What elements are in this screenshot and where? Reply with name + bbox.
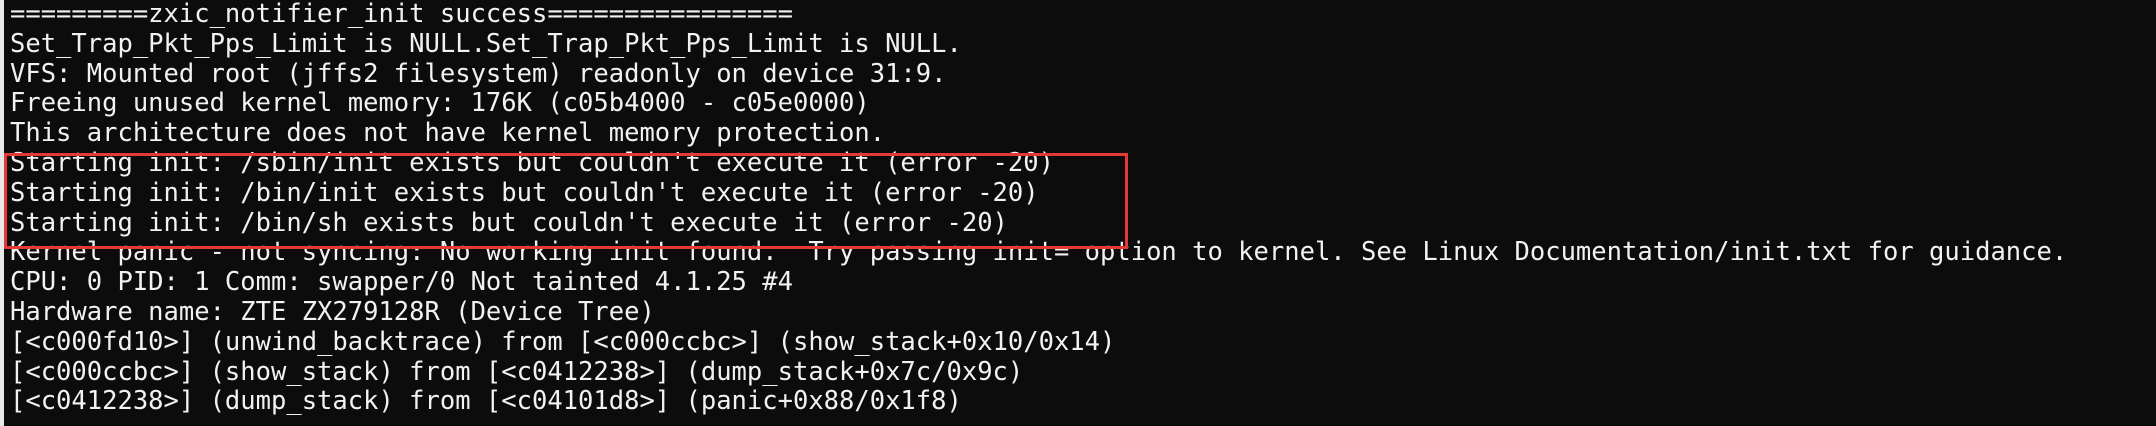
terminal-line: Freeing unused kernel memory: 176K (c05b… (10, 88, 870, 119)
terminal-line: Set_Trap_Pkt_Pps_Limit is NULL.Set_Trap_… (10, 28, 962, 59)
terminal-line: CPU: 0 PID: 1 Comm: swapper/0 Not tainte… (10, 267, 793, 298)
terminal-line: Kernel panic - not syncing: No working i… (10, 237, 2068, 268)
terminal-line: [<c0412238>] (dump_stack) from [<c04101d… (10, 386, 962, 417)
terminal-line: Starting init: /bin/sh exists but couldn… (10, 207, 1008, 238)
terminal-window[interactable]: =========zxic_notifier_init success=====… (0, 0, 2156, 426)
terminal-line: Starting init: /bin/init exists but coul… (10, 177, 1039, 208)
terminal-output: =========zxic_notifier_init success=====… (10, 0, 2067, 417)
terminal-line: VFS: Mounted root (jffs2 filesystem) rea… (10, 58, 947, 89)
terminal-line: =========zxic_notifier_init success=====… (10, 0, 793, 29)
terminal-line: [<c000ccbc>] (show_stack) from [<c041223… (10, 356, 1024, 387)
terminal-line: This architecture does not have kernel m… (10, 118, 886, 149)
terminal-line: Starting init: /sbin/init exists but cou… (10, 147, 1054, 178)
terminal-line: [<c000fd10>] (unwind_backtrace) from [<c… (10, 326, 1116, 357)
terminal-line: Hardware name: ZTE ZX279128R (Device Tre… (10, 296, 655, 327)
window-left-border (0, 0, 4, 426)
